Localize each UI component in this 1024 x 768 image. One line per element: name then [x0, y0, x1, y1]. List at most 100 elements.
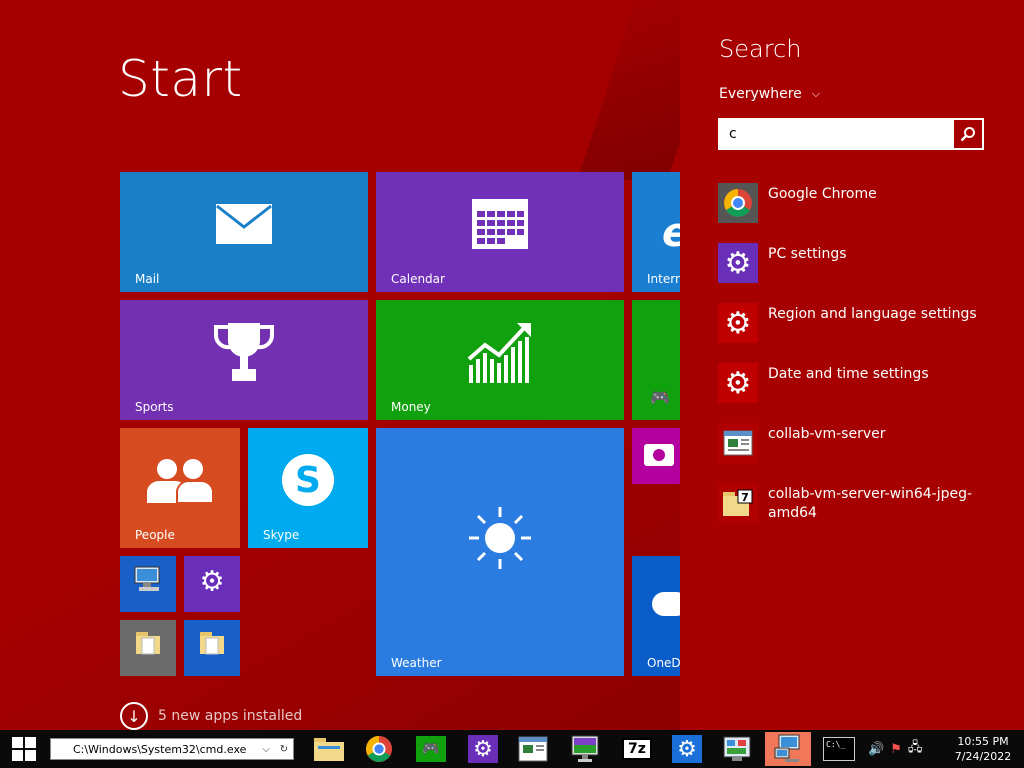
search-input[interactable]: [719, 119, 953, 149]
sun-icon: [467, 505, 533, 575]
tile-label: Sports: [135, 400, 174, 414]
taskbar-display[interactable]: [562, 732, 608, 766]
windows-logo-icon: [12, 737, 36, 761]
taskbar-games[interactable]: 🎮: [408, 732, 454, 766]
tile-skype[interactable]: S Skype: [248, 428, 368, 548]
chevron-down-icon: ⌵: [811, 87, 821, 100]
search-result-label: PC settings: [768, 246, 847, 262]
trophy-icon: [212, 321, 276, 387]
tile-pc-settings[interactable]: ⚙: [184, 556, 240, 612]
tile-sports[interactable]: Sports: [120, 300, 368, 420]
search-result-collab-vm-server-win64[interactable]: 7 collab-vm-server-win64-jpeg-amd64: [718, 483, 1008, 543]
money-chart-icon: [467, 321, 533, 387]
refresh-icon[interactable]: ↻: [275, 744, 293, 755]
computer-icon: [133, 565, 163, 597]
7zip-folder-icon: 7: [718, 483, 758, 523]
search-result-date-time[interactable]: ⚙ Date and time settings: [718, 363, 1008, 423]
folder-icon: [198, 630, 226, 660]
taskbar-chrome[interactable]: [356, 732, 402, 766]
search-icon: [960, 127, 975, 142]
search-button[interactable]: [953, 119, 983, 149]
tile-label: People: [135, 528, 175, 542]
app-window-icon: [718, 423, 758, 463]
gear-icon: ⚙: [718, 243, 758, 283]
search-result-label: Google Chrome: [768, 186, 877, 202]
search-scope-dropdown[interactable]: Everywhere ⌵: [719, 86, 820, 102]
tile-this-pc[interactable]: [120, 556, 176, 612]
search-pane: Search Everywhere ⌵ Google Chrome ⚙ PC s…: [680, 0, 1024, 730]
tile-file-explorer[interactable]: [120, 620, 176, 676]
chrome-icon: [365, 735, 393, 763]
system-tray: 🔊 ⚑ 🖧: [868, 730, 922, 768]
calendar-icon: [472, 199, 528, 253]
search-box: [718, 118, 984, 150]
address-input[interactable]: [51, 742, 257, 756]
taskbar-7zip[interactable]: 7z: [614, 732, 660, 766]
search-result-label: Date and time settings: [768, 366, 929, 382]
taskbar-settings[interactable]: ⚙: [664, 732, 710, 766]
tile-label: Intern: [647, 272, 680, 286]
7zip-icon: 7z: [622, 738, 652, 760]
app-window-icon: [518, 736, 548, 762]
gamepad-icon: 🎮: [416, 736, 446, 762]
tile-mail[interactable]: Mail: [120, 172, 368, 292]
svg-text:S: S: [295, 460, 321, 501]
tile-money[interactable]: Money: [376, 300, 624, 420]
skype-icon: S: [278, 450, 338, 514]
taskbar-file-explorer[interactable]: [306, 732, 352, 766]
gear-icon: ⚙: [199, 564, 225, 598]
taskbar-window-app[interactable]: [510, 732, 556, 766]
tile-weather[interactable]: Weather: [376, 428, 624, 676]
search-result-chrome[interactable]: Google Chrome: [718, 183, 1008, 243]
network-icon[interactable]: 🖧: [908, 738, 923, 760]
new-apps-label: 5 new apps installed: [158, 708, 303, 724]
tile-onedrive[interactable]: OneD: [632, 556, 680, 676]
taskbar-control-panel[interactable]: [714, 732, 760, 766]
tile-xbox-games[interactable]: 🎮: [632, 300, 680, 420]
search-result-region-language[interactable]: ⚙ Region and language settings: [718, 303, 1008, 363]
search-result-label: collab-vm-server-win64-jpeg-amd64: [768, 486, 973, 521]
chrome-icon: [718, 183, 758, 223]
control-panel-icon: [723, 736, 751, 761]
taskbar-pc-settings[interactable]: ⚙: [460, 732, 506, 766]
chevron-down-icon[interactable]: ⌵: [257, 744, 275, 755]
mail-icon: [215, 203, 273, 249]
start-screen: Start Mail Calendar e Intern: [0, 0, 680, 730]
tile-internet-explorer[interactable]: e Intern: [632, 172, 680, 292]
gear-icon: ⚙: [672, 735, 702, 763]
folder-icon: [314, 738, 344, 761]
search-result-label: collab-vm-server: [768, 426, 886, 442]
search-result-collab-vm-server[interactable]: collab-vm-server: [718, 423, 1008, 483]
new-apps-notice[interactable]: ↓ 5 new apps installed: [120, 702, 302, 730]
tile-camera[interactable]: [632, 428, 680, 484]
tile-label: Mail: [135, 272, 160, 286]
camera-icon: [644, 444, 674, 466]
tile-label: Money: [391, 400, 431, 414]
clock-time: 10:55 PM: [957, 735, 1009, 748]
clock[interactable]: 10:55 PM 7/24/2022: [948, 734, 1018, 764]
tile-documents[interactable]: [184, 620, 240, 676]
search-scope-label: Everywhere: [719, 86, 802, 102]
background-streak: [577, 0, 680, 180]
start-title: Start: [118, 50, 243, 108]
search-result-pc-settings[interactable]: ⚙ PC settings: [718, 243, 1008, 303]
gear-icon: ⚙: [718, 363, 758, 403]
taskbar-command-prompt[interactable]: C:\_: [816, 732, 862, 766]
clock-date: 7/24/2022: [954, 750, 1012, 763]
tile-people[interactable]: People: [120, 428, 240, 548]
ie-icon: e: [662, 210, 680, 256]
people-icon: [147, 457, 214, 507]
gear-icon: ⚙: [468, 735, 498, 763]
volume-icon[interactable]: 🔊: [868, 742, 884, 757]
monitor-icon: [571, 735, 599, 762]
start-button[interactable]: [0, 730, 48, 768]
taskbar-network-app[interactable]: [765, 732, 811, 766]
action-center-flag-icon[interactable]: ⚑: [890, 742, 902, 757]
address-toolbar: ⌵ ↻: [50, 738, 294, 760]
tile-calendar[interactable]: Calendar: [376, 172, 624, 292]
folder-icon: [134, 630, 162, 660]
taskbar: ⌵ ↻ 🎮 ⚙ 7z ⚙ C:\_ 🔊 ⚑ 🖧 10:55 PM 7/24/20…: [0, 730, 1024, 768]
tile-label: Weather: [391, 656, 442, 670]
svg-text:7: 7: [741, 491, 749, 504]
tile-label: Calendar: [391, 272, 445, 286]
